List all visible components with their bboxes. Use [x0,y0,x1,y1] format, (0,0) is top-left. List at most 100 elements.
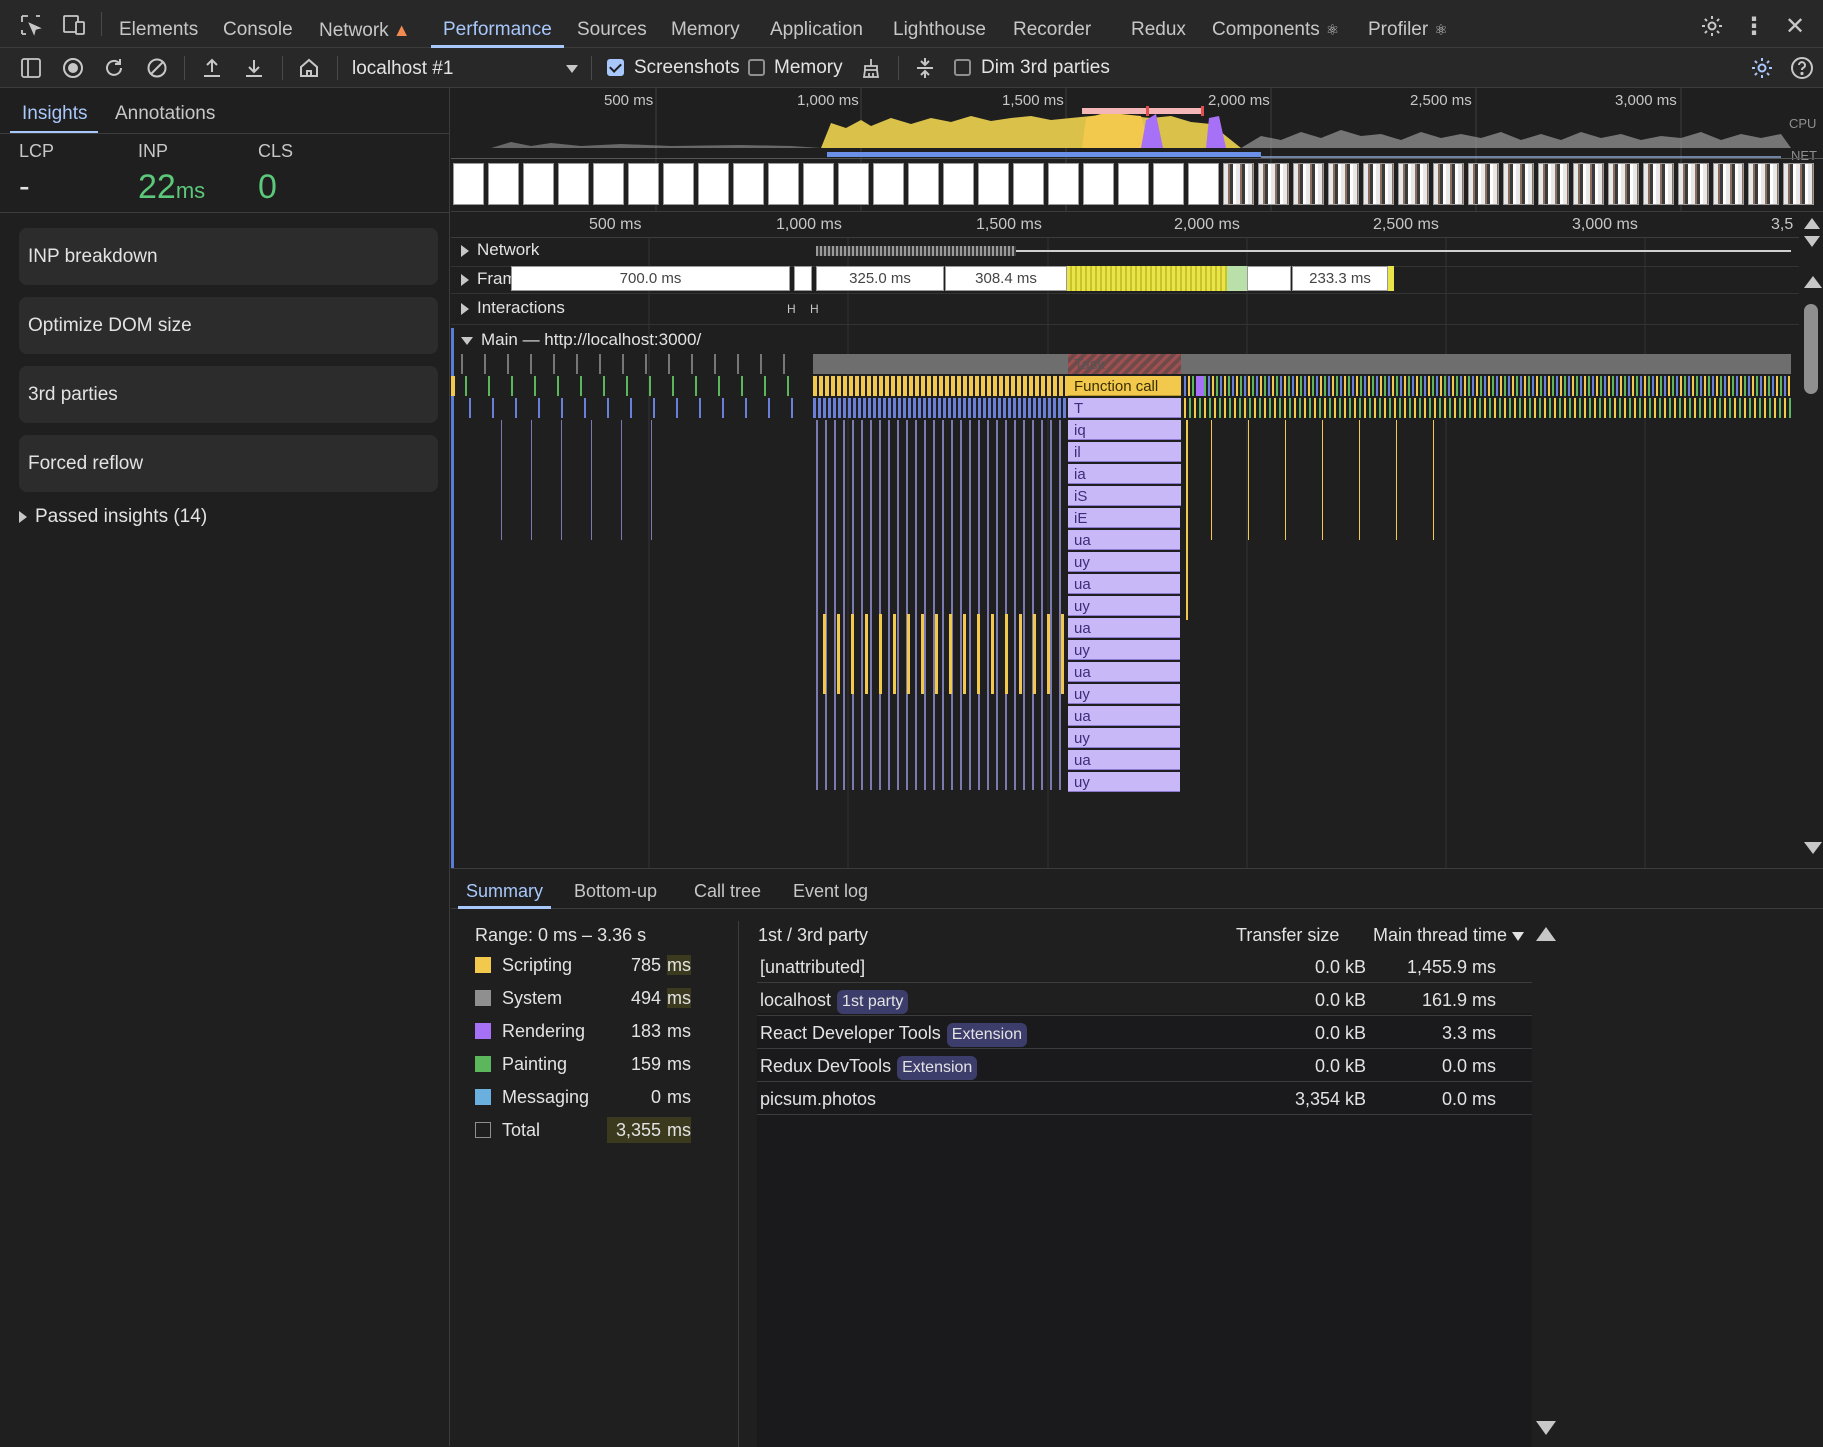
table-row[interactable]: picsum.photos 3,354 kB 0.0 ms [757,1083,1532,1115]
close-icon[interactable]: ✕ [1782,12,1808,40]
insight-forced-reflow[interactable]: Forced reflow [19,435,438,492]
screenshot-thumbnail[interactable] [733,163,764,205]
screenshot-thumbnail[interactable] [838,163,869,205]
frame-block[interactable] [794,266,812,291]
screenshot-thumbnail[interactable] [908,163,939,205]
column-header-transfer-size[interactable]: Transfer size [1236,925,1339,946]
screenshot-thumbnail[interactable] [1643,163,1674,205]
screenshots-checkbox[interactable] [607,59,624,76]
screenshot-thumbnail[interactable] [1083,163,1114,205]
frame-block[interactable]: 233.3 ms [1292,266,1388,291]
table-row[interactable]: Redux DevTools Extension 0.0 kB 0.0 ms [757,1050,1532,1082]
home-icon[interactable] [296,56,322,80]
inp-metric[interactable]: 22ms [138,168,205,207]
table-row[interactable]: React Developer Tools Extension 0.0 kB 3.3 … [757,1017,1532,1049]
screenshot-thumbnail[interactable] [453,163,484,205]
scroll-up-icon[interactable] [1804,276,1822,288]
flame-entry[interactable]: uy [1068,596,1180,616]
interaction-marker[interactable]: H [787,302,796,316]
tab-performance[interactable]: Performance [431,0,564,48]
table-scrollbar[interactable] [1532,921,1558,1447]
tab-profiler[interactable]: Profiler ⚛ [1368,0,1448,48]
flame-entry[interactable]: ua [1068,618,1180,638]
scroll-down-icon[interactable] [1536,1421,1556,1435]
flame-entry[interactable]: uy [1068,640,1180,660]
screenshot-thumbnail[interactable] [1503,163,1534,205]
collapse-tracks-icon[interactable] [912,56,938,80]
screenshot-filmstrip[interactable] [451,163,1823,209]
record-icon[interactable] [60,56,86,80]
frame-block[interactable]: 700.0 ms [511,266,790,291]
screenshot-thumbnail[interactable] [488,163,519,205]
column-header-party[interactable]: 1st / 3rd party [758,925,868,946]
screenshot-thumbnail[interactable] [628,163,659,205]
screenshot-thumbnail[interactable] [1223,163,1254,205]
screenshot-thumbnail[interactable] [663,163,694,205]
tab-insights[interactable]: Insights [22,96,87,132]
tab-network[interactable]: Network ▲ [319,0,411,48]
flame-entry[interactable]: uy [1068,728,1180,748]
screenshot-thumbnail[interactable] [768,163,799,205]
screenshot-thumbnail[interactable] [1188,163,1219,205]
screenshot-thumbnail[interactable] [558,163,589,205]
scroll-up-icon[interactable] [1536,927,1556,941]
frame-block[interactable]: 308.4 ms [945,266,1067,291]
timeline-overview[interactable]: 500 ms 1,000 ms 1,500 ms 2,000 ms 2,500 … [451,88,1823,212]
screenshot-thumbnail[interactable] [1538,163,1569,205]
inspect-element-icon[interactable] [18,12,44,38]
screenshot-thumbnail[interactable] [1433,163,1464,205]
screenshot-thumbnail[interactable] [1608,163,1639,205]
screenshot-thumbnail[interactable] [1328,163,1359,205]
flame-entry[interactable]: ua [1068,662,1180,682]
tab-summary[interactable]: Summary [457,869,552,909]
scroll-thumb[interactable] [1804,304,1818,394]
tab-bottom-up[interactable]: Bottom-up [574,869,657,909]
frame-block[interactable]: 325.0 ms [816,266,944,291]
column-header-main-thread-time[interactable]: Main thread time [1373,925,1525,946]
screenshot-thumbnail[interactable] [1013,163,1044,205]
screenshot-thumbnail[interactable] [1048,163,1079,205]
flame-entry[interactable]: il [1068,442,1181,462]
help-icon[interactable] [1788,55,1816,81]
screenshot-thumbnail[interactable] [523,163,554,205]
tab-redux[interactable]: Redux [1131,0,1186,48]
screenshot-thumbnail[interactable] [1748,163,1779,205]
screenshot-thumbnail[interactable] [1293,163,1324,205]
screenshot-thumbnail[interactable] [1118,163,1149,205]
flame-entry[interactable]: iE [1068,508,1180,528]
frame-block[interactable] [1247,266,1291,291]
frame-partial[interactable] [1388,266,1394,291]
device-toolbar-icon[interactable] [60,12,88,38]
table-row[interactable]: [unattributed] 0.0 kB 1,455.9 ms [757,951,1532,983]
flame-entry[interactable]: uy [1068,552,1180,572]
tab-call-tree[interactable]: Call tree [694,869,761,909]
flame-entry[interactable]: uy [1068,684,1180,704]
screenshot-thumbnail[interactable] [1258,163,1289,205]
scroll-down-icon[interactable] [1804,236,1820,247]
tab-recorder[interactable]: Recorder [1013,0,1091,48]
frame-block[interactable] [1227,266,1247,291]
screenshot-thumbnail[interactable] [1678,163,1709,205]
screenshot-thumbnail[interactable] [943,163,974,205]
flame-entry[interactable]: uy [1068,772,1180,792]
flame-function-call[interactable]: Function call [1068,376,1181,396]
network-requests[interactable] [816,246,1016,256]
screenshot-thumbnail[interactable] [803,163,834,205]
insight-inp-breakdown[interactable]: INP breakdown [19,228,438,285]
flame-entry[interactable]: ua [1068,530,1180,550]
clear-icon[interactable] [144,56,170,80]
screenshot-thumbnail[interactable] [1363,163,1394,205]
frame-partial-group[interactable] [1067,266,1227,291]
flame-entry[interactable]: T [1068,398,1181,418]
interaction-marker[interactable]: H [810,302,819,316]
screenshot-thumbnail[interactable] [873,163,904,205]
track-interactions[interactable]: Interactions [461,298,565,318]
tab-elements[interactable]: Elements [119,0,198,48]
tab-console[interactable]: Console [223,0,293,48]
reload-icon[interactable] [101,56,127,80]
passed-insights-toggle[interactable]: Passed insights (14) [19,506,207,528]
screenshot-thumbnail[interactable] [1783,163,1814,205]
tab-annotations[interactable]: Annotations [115,96,215,132]
screenshot-thumbnail[interactable] [1573,163,1604,205]
screenshot-thumbnail[interactable] [1468,163,1499,205]
